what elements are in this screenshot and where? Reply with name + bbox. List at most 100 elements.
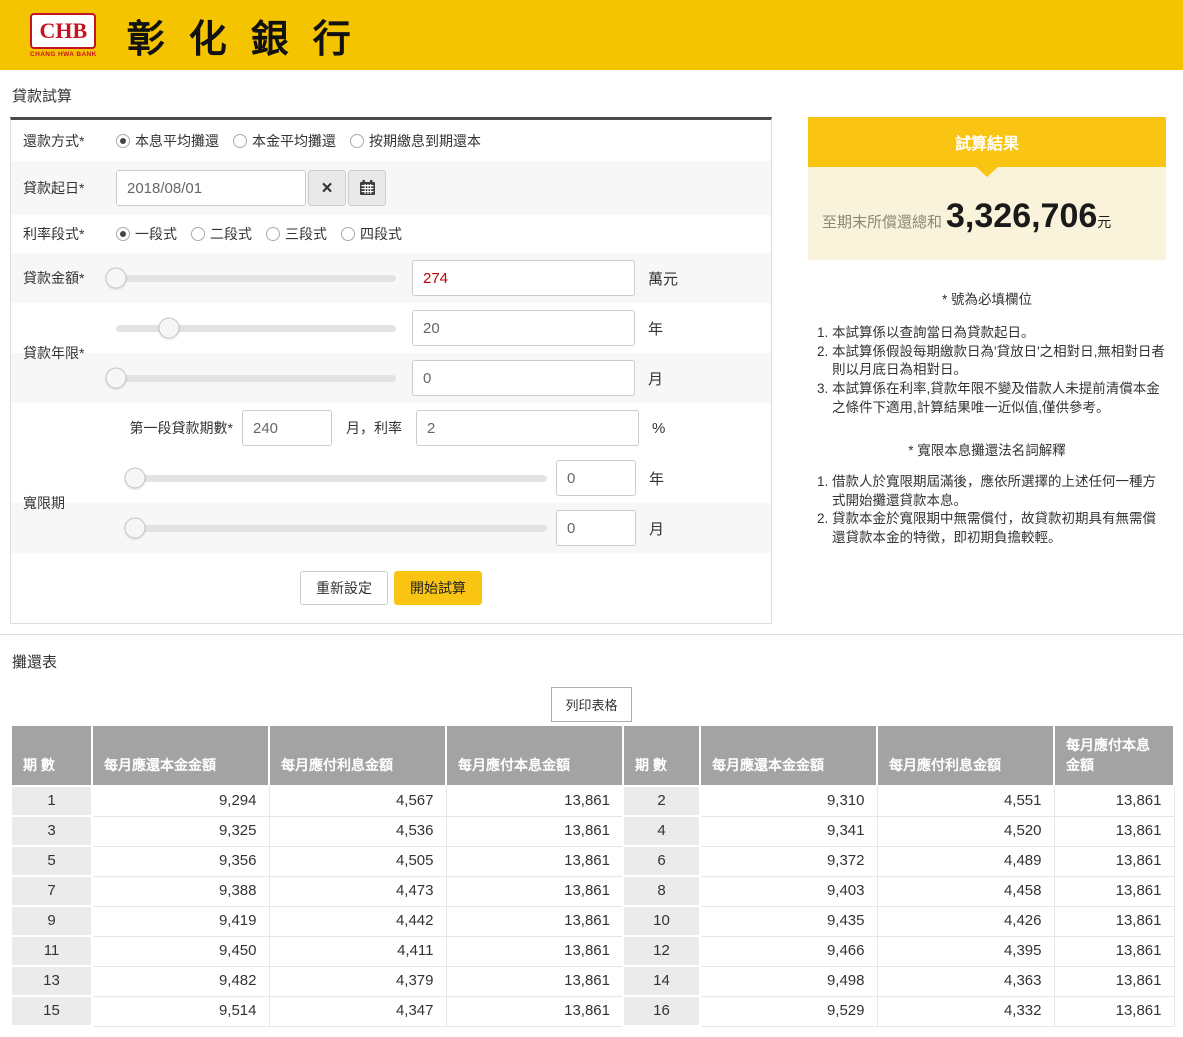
grace-months-input[interactable]	[556, 510, 636, 546]
table-header-row: 期 數每月應還本金金額每月應付利息金額每月應付本息金額期 數每月應還本金金額每月…	[11, 725, 1174, 786]
amount-cell: 9,419	[92, 906, 269, 936]
result-total-unit: 元	[1097, 212, 1111, 232]
radio-icon[interactable]	[116, 227, 130, 241]
radio-icon[interactable]	[116, 134, 130, 148]
amount-cell: 4,489	[877, 846, 1054, 876]
result-body: 至期末所償還總和 3,326,706 元	[808, 167, 1166, 260]
grace-years-input[interactable]	[556, 460, 636, 496]
page-title: 貸款試算	[12, 85, 1183, 106]
start-date-row: 貸款起日* ×	[11, 161, 771, 215]
radio-label: 四段式	[360, 224, 402, 244]
radio-icon[interactable]	[233, 134, 247, 148]
result-total-value: 3,326,706	[946, 197, 1097, 236]
radio-option-principal-average[interactable]: 本金平均攤還	[233, 131, 336, 151]
result-column: 試算結果 至期末所償還總和 3,326,706 元 * 號為必填欄位 本試算係以…	[808, 117, 1166, 548]
first-stage-periods-input[interactable]	[242, 410, 332, 446]
first-stage-rate-unit: %	[652, 420, 665, 437]
radio-option-two-stage[interactable]: 二段式	[191, 224, 252, 244]
amount-cell: 4,411	[269, 936, 446, 966]
amount-cell: 9,372	[700, 846, 877, 876]
period-cell: 15	[11, 996, 92, 1026]
radio-icon[interactable]	[191, 227, 205, 241]
column-header: 期 數	[11, 725, 92, 786]
clear-date-button[interactable]: ×	[308, 170, 346, 206]
period-cell: 13	[11, 966, 92, 996]
amount-cell: 4,379	[269, 966, 446, 996]
slider-handle[interactable]	[125, 468, 146, 489]
schedule-table: 期 數每月應還本金金額每月應付利息金額每月應付本息金額期 數每月應還本金金額每月…	[10, 724, 1175, 1027]
table-row: 119,4504,41113,861129,4664,39513,861	[11, 936, 1174, 966]
radio-icon[interactable]	[341, 227, 355, 241]
radio-icon[interactable]	[350, 134, 364, 148]
table-row: 59,3564,50513,86169,3724,48913,861	[11, 846, 1174, 876]
radio-label: 本息平均攤還	[135, 131, 219, 151]
amount-cell: 13,861	[446, 786, 623, 816]
radio-option-four-stage[interactable]: 四段式	[341, 224, 402, 244]
loan-term-months-slider[interactable]	[116, 375, 396, 382]
close-icon: ×	[321, 179, 332, 198]
schedule-title: 攤還表	[12, 651, 1183, 672]
loan-form: 還款方式* 本息平均攤還 本金平均攤還 按期繳息到期還本 貸款起日* ×	[10, 117, 772, 624]
amount-cell: 13,861	[1054, 966, 1174, 996]
loan-amount-slider[interactable]	[116, 275, 396, 282]
amount-cell: 9,310	[700, 786, 877, 816]
loan-amount-input[interactable]	[412, 260, 635, 296]
amount-cell: 9,356	[92, 846, 269, 876]
slider-handle[interactable]	[125, 518, 146, 539]
slider-handle[interactable]	[106, 368, 127, 389]
slider-handle[interactable]	[159, 318, 180, 339]
amount-cell: 13,861	[446, 846, 623, 876]
loan-term-years-input[interactable]	[412, 310, 635, 346]
logo-text: CHB	[40, 18, 88, 44]
period-cell: 3	[11, 816, 92, 846]
radio-label: 一段式	[135, 224, 177, 244]
slider-handle[interactable]	[106, 268, 127, 289]
first-stage-rate-input[interactable]	[416, 410, 639, 446]
amount-cell: 4,473	[269, 876, 446, 906]
loan-term-months-input[interactable]	[412, 360, 635, 396]
grace-years-unit: 年	[649, 468, 664, 489]
calculate-button[interactable]: 開始試算	[394, 571, 482, 605]
column-header: 每月應付本息金額	[446, 725, 623, 786]
amount-cell: 4,442	[269, 906, 446, 936]
amount-cell: 13,861	[1054, 876, 1174, 906]
radio-option-three-stage[interactable]: 三段式	[266, 224, 327, 244]
table-row: 79,3884,47313,86189,4034,45813,861	[11, 876, 1174, 906]
start-date-input[interactable]	[116, 170, 306, 206]
result-title: 試算結果	[808, 117, 1166, 167]
loan-amount-unit: 萬元	[648, 268, 678, 289]
radio-label: 本金平均攤還	[252, 131, 336, 151]
amount-cell: 9,529	[700, 996, 877, 1026]
period-cell: 1	[11, 786, 92, 816]
radio-label: 三段式	[285, 224, 327, 244]
print-table-button[interactable]: 列印表格	[551, 687, 631, 722]
column-header: 每月應付本息金額	[1054, 725, 1174, 786]
amount-cell: 13,861	[1054, 906, 1174, 936]
start-date-label: 貸款起日*	[23, 178, 116, 198]
note-item: 借款人於寬限期屆滿後，應依所選擇的上述任何一種方式開始攤還貸款本息。	[832, 473, 1166, 510]
radio-label: 按期繳息到期還本	[369, 131, 481, 151]
calendar-icon	[359, 180, 376, 196]
print-button-row: 列印表格	[0, 687, 1183, 722]
reset-button[interactable]: 重新設定	[300, 571, 388, 605]
amount-cell: 9,514	[92, 996, 269, 1026]
amount-cell: 13,861	[1054, 786, 1174, 816]
calendar-button[interactable]	[348, 170, 386, 206]
period-cell: 11	[11, 936, 92, 966]
amount-cell: 13,861	[446, 816, 623, 846]
amount-cell: 4,332	[877, 996, 1054, 1026]
radio-option-interest-principal-average[interactable]: 本息平均攤還	[116, 131, 219, 151]
grace-months-slider[interactable]	[135, 525, 547, 532]
radio-option-one-stage[interactable]: 一段式	[116, 224, 177, 244]
amount-cell: 4,363	[877, 966, 1054, 996]
logo-subtext: CHANG HWA BANK	[30, 51, 97, 58]
grace-years-slider[interactable]	[135, 475, 547, 482]
loan-term-group: 貸款年限* 年 月	[11, 303, 771, 403]
loan-term-years-row: 年	[11, 303, 771, 353]
calculation-notes-list: 本試算係以查詢當日為貸款起日。本試算係假設每期繳款日為'貸放日'之相對日,無相對…	[808, 324, 1166, 417]
radio-icon[interactable]	[266, 227, 280, 241]
column-header: 每月應付利息金額	[877, 725, 1054, 786]
period-cell: 8	[623, 876, 700, 906]
loan-term-years-slider[interactable]	[116, 325, 396, 332]
radio-option-interest-only[interactable]: 按期繳息到期還本	[350, 131, 481, 151]
